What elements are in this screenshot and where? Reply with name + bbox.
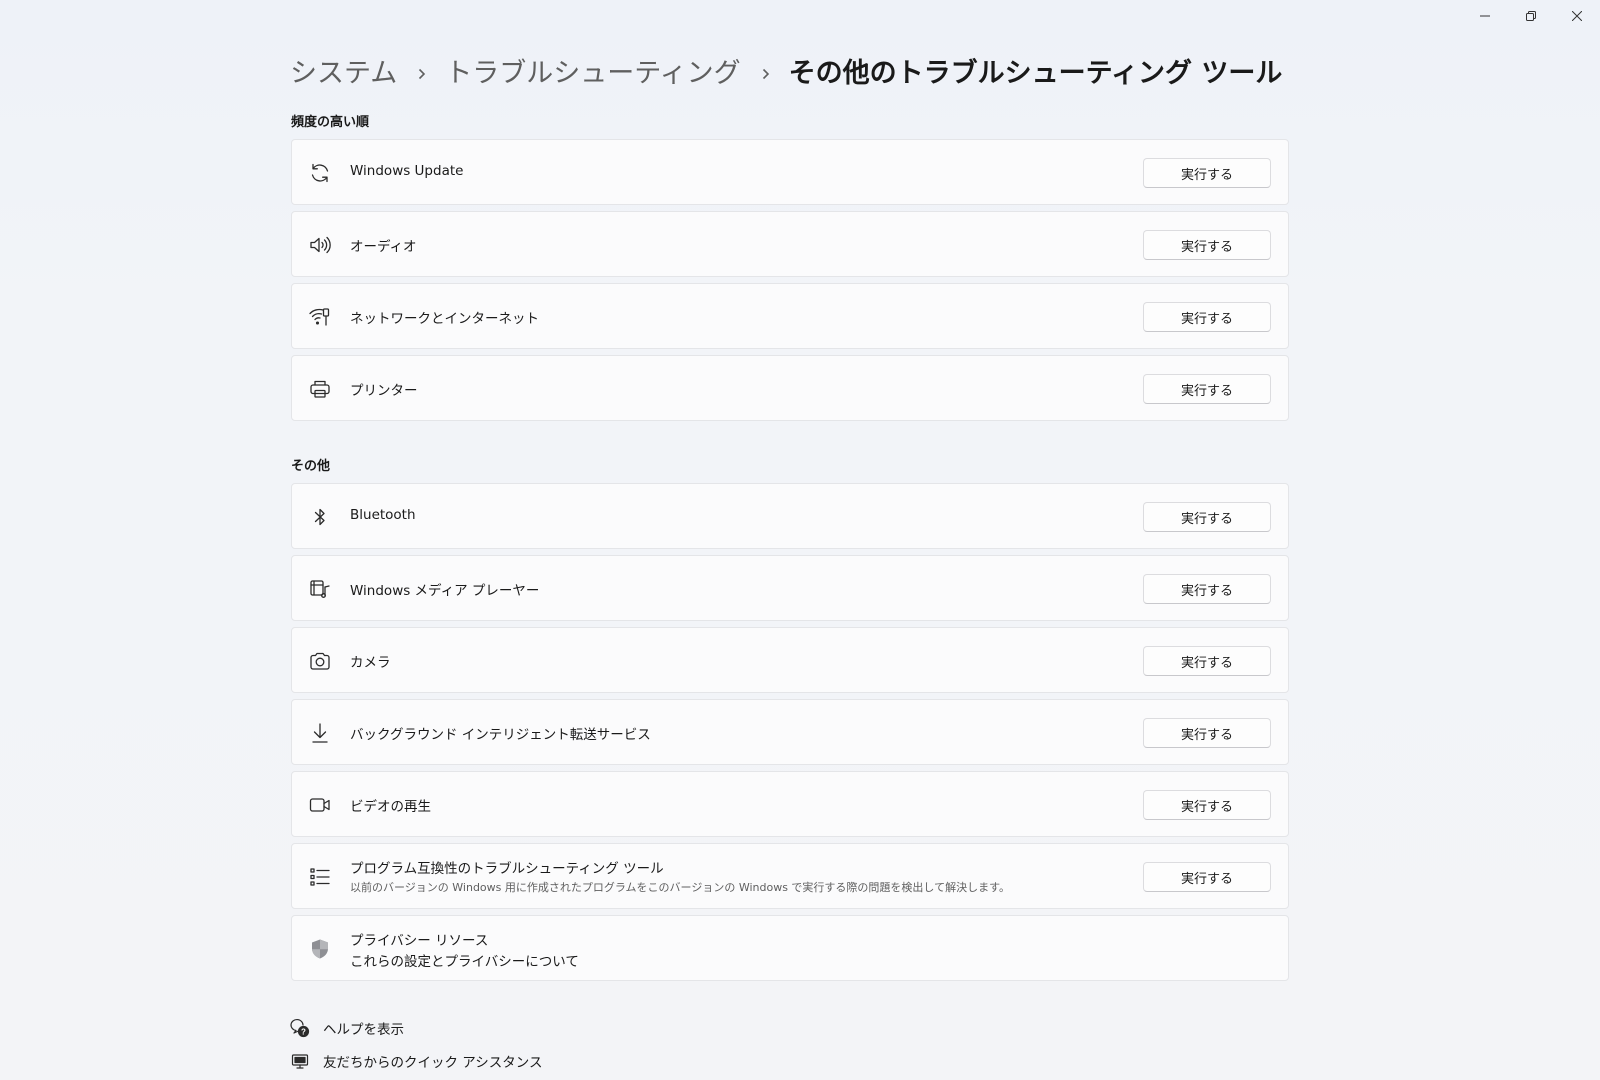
run-button-audio[interactable]: 実行する xyxy=(1143,230,1271,260)
troubleshooter-label: プリンター xyxy=(350,383,418,399)
troubleshooter-label: オーディオ xyxy=(350,239,417,255)
get-help-label: ヘルプを表示 xyxy=(323,1022,404,1038)
troubleshooter-label: ネットワークとインターネット xyxy=(350,311,539,327)
media-player-icon xyxy=(308,577,332,601)
troubleshooter-label: Windows メディア プレーヤー xyxy=(350,583,540,599)
privacy-link[interactable]: これらの設定とプライバシーについて xyxy=(350,950,579,970)
troubleshooter-audio: オーディオ 実行する xyxy=(291,211,1289,277)
help-icon: ? xyxy=(290,1018,310,1038)
troubleshooter-bluetooth: Bluetooth 実行する xyxy=(291,483,1289,549)
troubleshooter-label: Windows Update xyxy=(350,163,464,179)
troubleshooter-label: カメラ xyxy=(350,655,391,671)
restore-icon xyxy=(1526,11,1536,21)
troubleshooter-label: Bluetooth xyxy=(350,507,416,523)
troubleshooter-label: ビデオの再生 xyxy=(350,799,431,815)
run-button-bits[interactable]: 実行する xyxy=(1143,718,1271,748)
troubleshooter-description: 以前のバージョンの Windows 用に作成されたプログラムをこのバージョンの … xyxy=(350,881,1010,894)
list-icon xyxy=(308,865,332,889)
network-icon xyxy=(308,305,332,329)
get-help-link[interactable]: ? ヘルプを表示 xyxy=(290,1018,404,1038)
troubleshooter-media-player: Windows メディア プレーヤー 実行する xyxy=(291,555,1289,621)
sync-icon xyxy=(308,161,332,185)
breadcrumb-troubleshoot[interactable]: トラブルシューティング xyxy=(445,54,740,94)
minimize-button[interactable] xyxy=(1462,0,1508,32)
chevron-right-icon xyxy=(761,67,771,81)
troubleshooter-camera: カメラ 実行する xyxy=(291,627,1289,693)
close-button[interactable] xyxy=(1554,0,1600,32)
bluetooth-icon xyxy=(308,505,332,529)
page-title: その他のトラブルシューティング ツール xyxy=(788,58,1283,89)
minimize-icon xyxy=(1480,15,1490,17)
privacy-title: プライバシー リソース xyxy=(350,933,489,949)
section-title-other: その他 xyxy=(291,459,331,474)
section-title-frequent: 頻度の高い順 xyxy=(291,115,370,130)
shield-icon xyxy=(308,937,332,961)
video-icon xyxy=(308,793,332,817)
quick-assist-icon xyxy=(290,1051,310,1071)
restore-button[interactable] xyxy=(1508,0,1554,32)
quick-assist-link[interactable]: 友だちからのクイック アシスタンス xyxy=(290,1051,542,1071)
privacy-resources: プライバシー リソース これらの設定とプライバシーについて xyxy=(291,915,1289,981)
breadcrumb-system[interactable]: システム xyxy=(290,54,397,94)
breadcrumb: システム トラブルシューティング その他のトラブルシューティング ツール xyxy=(290,54,1282,94)
run-button-video[interactable]: 実行する xyxy=(1143,790,1271,820)
svg-text:?: ? xyxy=(301,1028,306,1037)
chevron-right-icon xyxy=(417,67,427,81)
troubleshooter-label: プログラム互換性のトラブルシューティング ツール xyxy=(350,861,664,877)
download-icon xyxy=(308,721,332,745)
camera-icon xyxy=(308,649,332,673)
run-button-bluetooth[interactable]: 実行する xyxy=(1143,502,1271,532)
troubleshooter-printer: プリンター 実行する xyxy=(291,355,1289,421)
troubleshooter-program-compat: プログラム互換性のトラブルシューティング ツール 以前のバージョンの Windo… xyxy=(291,843,1289,909)
printer-icon xyxy=(308,377,332,401)
troubleshooter-windows-update: Windows Update 実行する xyxy=(291,139,1289,205)
run-button-camera[interactable]: 実行する xyxy=(1143,646,1271,676)
run-button-program-compat[interactable]: 実行する xyxy=(1143,862,1271,892)
run-button-network[interactable]: 実行する xyxy=(1143,302,1271,332)
run-button-printer[interactable]: 実行する xyxy=(1143,374,1271,404)
troubleshooter-label: バックグラウンド インテリジェント転送サービス xyxy=(350,727,651,743)
close-icon xyxy=(1572,11,1582,21)
troubleshooter-video: ビデオの再生 実行する xyxy=(291,771,1289,837)
speaker-icon xyxy=(308,233,332,257)
troubleshooter-network: ネットワークとインターネット 実行する xyxy=(291,283,1289,349)
quick-assist-label: 友だちからのクイック アシスタンス xyxy=(323,1055,543,1071)
run-button-media-player[interactable]: 実行する xyxy=(1143,574,1271,604)
run-button-windows-update[interactable]: 実行する xyxy=(1143,158,1271,188)
window-controls xyxy=(1462,0,1600,32)
troubleshooter-bits: バックグラウンド インテリジェント転送サービス 実行する xyxy=(291,699,1289,765)
